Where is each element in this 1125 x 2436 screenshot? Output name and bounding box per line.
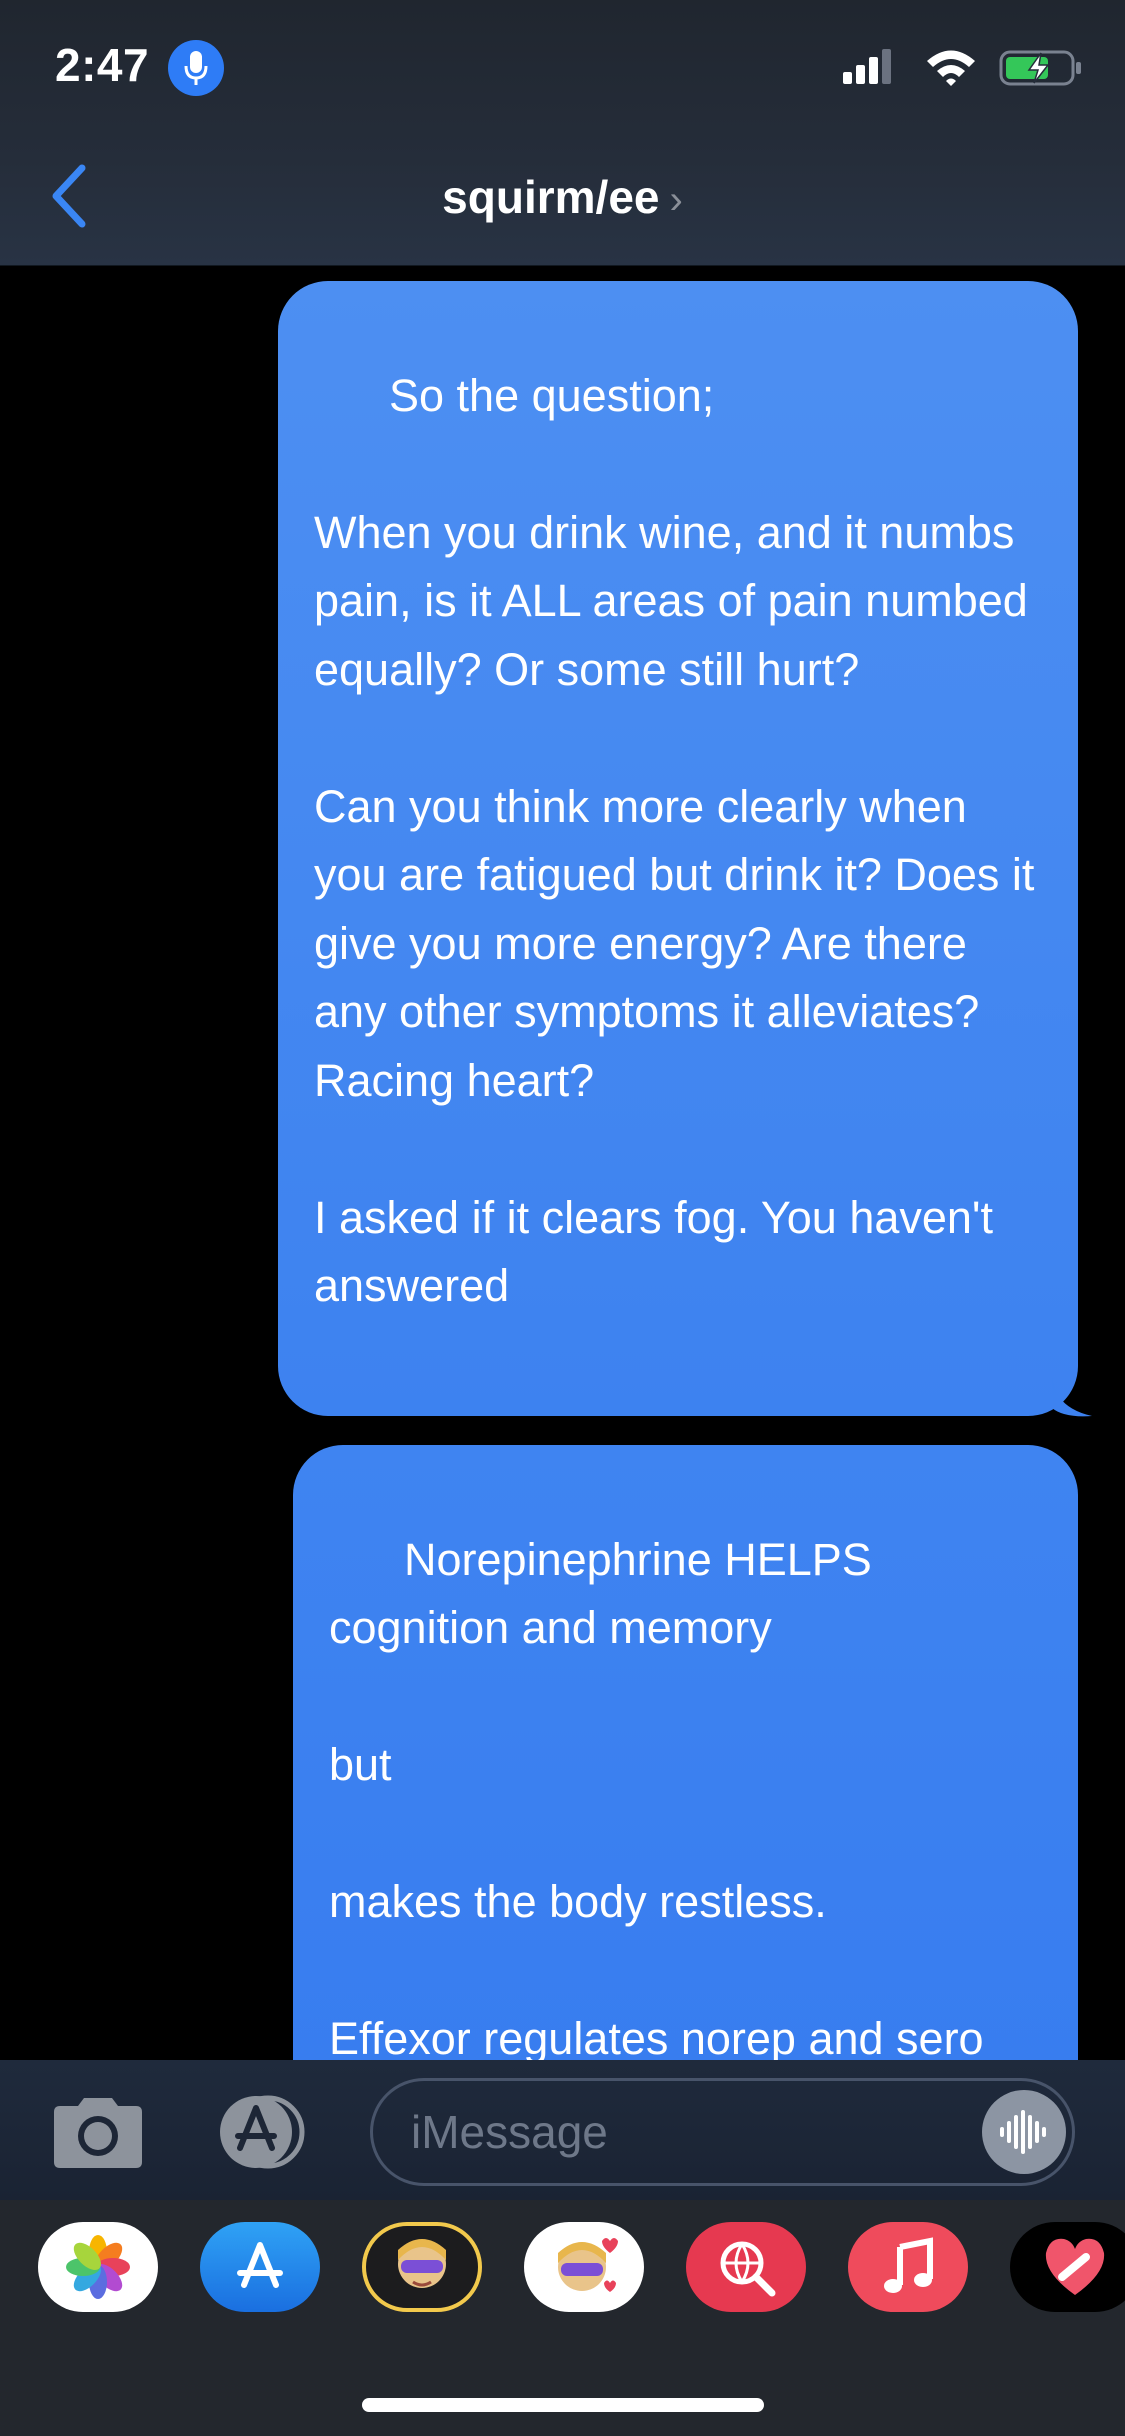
app-store-icon [220, 2095, 305, 2169]
app-store-app-icon[interactable] [200, 2222, 320, 2312]
music-app-icon[interactable] [848, 2222, 968, 2312]
digital-touch-app-icon[interactable] [1010, 2222, 1125, 2312]
contact-name-button[interactable]: squirm/ee › [0, 170, 1125, 224]
web-search-app-icon[interactable] [686, 2222, 806, 2312]
conversation-header: 2:47 squirm/ee › [0, 0, 1125, 266]
microphone-icon[interactable] [168, 40, 224, 96]
photos-app-icon[interactable] [38, 2222, 158, 2312]
sent-message-bubble[interactable]: Norepinephrine HELPS cognition and memor… [293, 1445, 1078, 2060]
memoji-camera-app-icon[interactable] [362, 2222, 482, 2312]
audio-waveform-icon [1000, 2110, 1046, 2154]
battery-charging-icon [999, 50, 1081, 86]
compose-bar [0, 2060, 1125, 2200]
imessage-input[interactable] [370, 2078, 1075, 2186]
home-indicator[interactable] [362, 2398, 764, 2412]
bubble-tail [1052, 1378, 1092, 1417]
memoji-stickers-app-icon[interactable] [524, 2222, 644, 2312]
status-time: 2:47 [55, 39, 150, 91]
sent-message-bubble[interactable]: So the question; When you drink wine, an… [278, 281, 1092, 1417]
audio-message-button[interactable] [982, 2090, 1066, 2174]
wifi-icon [927, 50, 975, 86]
camera-icon[interactable] [48, 2092, 148, 2170]
app-store-button[interactable] [210, 2094, 316, 2170]
cellular-signal-icon [843, 49, 891, 84]
chevron-right-icon: › [669, 178, 683, 222]
message-text: Norepinephrine HELPS cognition and memor… [329, 1533, 984, 2061]
message-text: So the question; When you drink wine, an… [314, 369, 1035, 1312]
contact-name: squirm/ee [442, 171, 660, 223]
messages-app: 2:47 squirm/ee › So the question; When y… [0, 0, 1125, 2436]
message-thread[interactable]: So the question; When you drink wine, an… [0, 265, 1125, 2060]
